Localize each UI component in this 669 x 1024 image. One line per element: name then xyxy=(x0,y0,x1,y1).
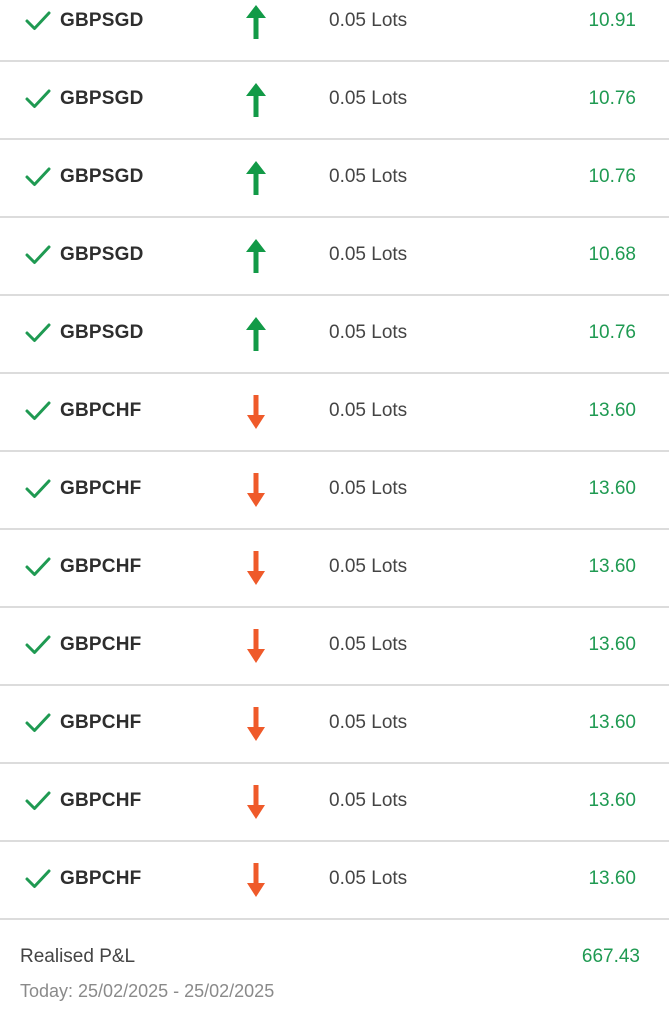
trade-lots: 0.05 Lots xyxy=(329,790,408,811)
trade-row[interactable]: GBPCHF 0.05 Lots 13.60 xyxy=(0,530,669,608)
trade-row[interactable]: GBPCHF 0.05 Lots 13.60 xyxy=(0,374,669,452)
trade-profit: 13.60 xyxy=(588,556,636,577)
trade-symbol: GBPSGD xyxy=(60,244,144,265)
realised-pnl-value: 667.43 xyxy=(581,946,640,967)
arrow-up-icon xyxy=(246,239,266,273)
trade-profit: 13.60 xyxy=(588,790,636,811)
trade-lots: 0.05 Lots xyxy=(329,400,408,421)
arrow-down-icon xyxy=(247,473,265,507)
trade-row[interactable]: GBPCHF 0.05 Lots 13.60 xyxy=(0,842,669,920)
date-range-text: Today: 25/02/2025 - 25/02/2025 xyxy=(20,981,275,1001)
trade-row[interactable]: GBPCHF 0.05 Lots 13.60 xyxy=(0,452,669,530)
checkmark-icon xyxy=(25,245,51,264)
arrow-down-icon xyxy=(247,395,265,429)
trade-lots: 0.05 Lots xyxy=(329,478,408,499)
checkmark-icon xyxy=(25,89,51,108)
checkmark-icon xyxy=(25,401,51,420)
trade-profit: 10.76 xyxy=(588,88,636,109)
arrow-down-icon xyxy=(247,785,265,819)
checkmark-icon xyxy=(25,713,51,732)
trade-row[interactable]: GBPSGD 0.05 Lots 10.68 xyxy=(0,218,669,296)
realised-pnl-label: Realised P&L xyxy=(20,946,136,967)
trade-symbol: GBPSGD xyxy=(60,88,144,109)
checkmark-icon xyxy=(25,11,51,30)
trade-lots: 0.05 Lots xyxy=(329,712,408,733)
trade-profit: 13.60 xyxy=(588,712,636,733)
trade-row[interactable]: GBPSGD 0.05 Lots 10.76 xyxy=(0,296,669,374)
trade-symbol: GBPSGD xyxy=(60,322,144,343)
trade-lots: 0.05 Lots xyxy=(329,10,408,31)
trade-lots: 0.05 Lots xyxy=(329,556,408,577)
trade-lots: 0.05 Lots xyxy=(329,244,408,265)
trade-profit: 13.60 xyxy=(588,634,636,655)
trade-row[interactable]: GBPCHF 0.05 Lots 13.60 xyxy=(0,764,669,842)
trade-profit: 10.91 xyxy=(588,10,636,31)
trade-row[interactable]: GBPCHF 0.05 Lots 13.60 xyxy=(0,608,669,686)
trade-list: GBPSGD 0.05 Lots 10.91 GBPSGD 0.05 Lots 10.76… xyxy=(0,0,669,920)
trade-symbol: GBPCHF xyxy=(60,634,142,655)
trade-row[interactable]: GBPSGD 0.05 Lots 10.76 xyxy=(0,140,669,218)
pnl-summary: Realised P&L 667.43 Today: 25/02/2025 - … xyxy=(0,920,669,1024)
arrow-down-icon xyxy=(247,863,265,897)
trade-symbol: GBPCHF xyxy=(60,400,142,421)
trade-symbol: GBPSGD xyxy=(60,166,144,187)
arrow-down-icon xyxy=(247,629,265,663)
trade-symbol: GBPCHF xyxy=(60,478,142,499)
trade-lots: 0.05 Lots xyxy=(329,166,408,187)
arrow-down-icon xyxy=(247,551,265,585)
trade-lots: 0.05 Lots xyxy=(329,868,408,889)
checkmark-icon xyxy=(25,869,51,888)
trade-symbol: GBPSGD xyxy=(60,10,144,31)
trade-row[interactable]: GBPSGD 0.05 Lots 10.76 xyxy=(0,62,669,140)
checkmark-icon xyxy=(25,323,51,342)
checkmark-icon xyxy=(25,479,51,498)
arrow-up-icon xyxy=(246,317,266,351)
arrow-up-icon xyxy=(246,83,266,117)
arrow-up-icon xyxy=(246,161,266,195)
trade-lots: 0.05 Lots xyxy=(329,88,408,109)
trade-profit: 13.60 xyxy=(588,868,636,889)
trade-symbol: GBPCHF xyxy=(60,712,142,733)
checkmark-icon xyxy=(25,635,51,654)
trade-symbol: GBPCHF xyxy=(60,868,142,889)
trade-lots: 0.05 Lots xyxy=(329,634,408,655)
trade-profit: 13.60 xyxy=(588,478,636,499)
trade-symbol: GBPCHF xyxy=(60,556,142,577)
trade-row[interactable]: GBPCHF 0.05 Lots 13.60 xyxy=(0,686,669,764)
arrow-up-icon xyxy=(246,5,266,39)
checkmark-icon xyxy=(25,557,51,576)
trade-row[interactable]: GBPSGD 0.05 Lots 10.91 xyxy=(0,0,669,62)
arrow-down-icon xyxy=(247,707,265,741)
trade-profit: 10.68 xyxy=(588,244,636,265)
trade-lots: 0.05 Lots xyxy=(329,322,408,343)
trade-symbol: GBPCHF xyxy=(60,790,142,811)
trade-profit: 10.76 xyxy=(588,166,636,187)
trade-profit: 13.60 xyxy=(588,400,636,421)
checkmark-icon xyxy=(25,791,51,810)
checkmark-icon xyxy=(25,167,51,186)
trade-profit: 10.76 xyxy=(588,322,636,343)
